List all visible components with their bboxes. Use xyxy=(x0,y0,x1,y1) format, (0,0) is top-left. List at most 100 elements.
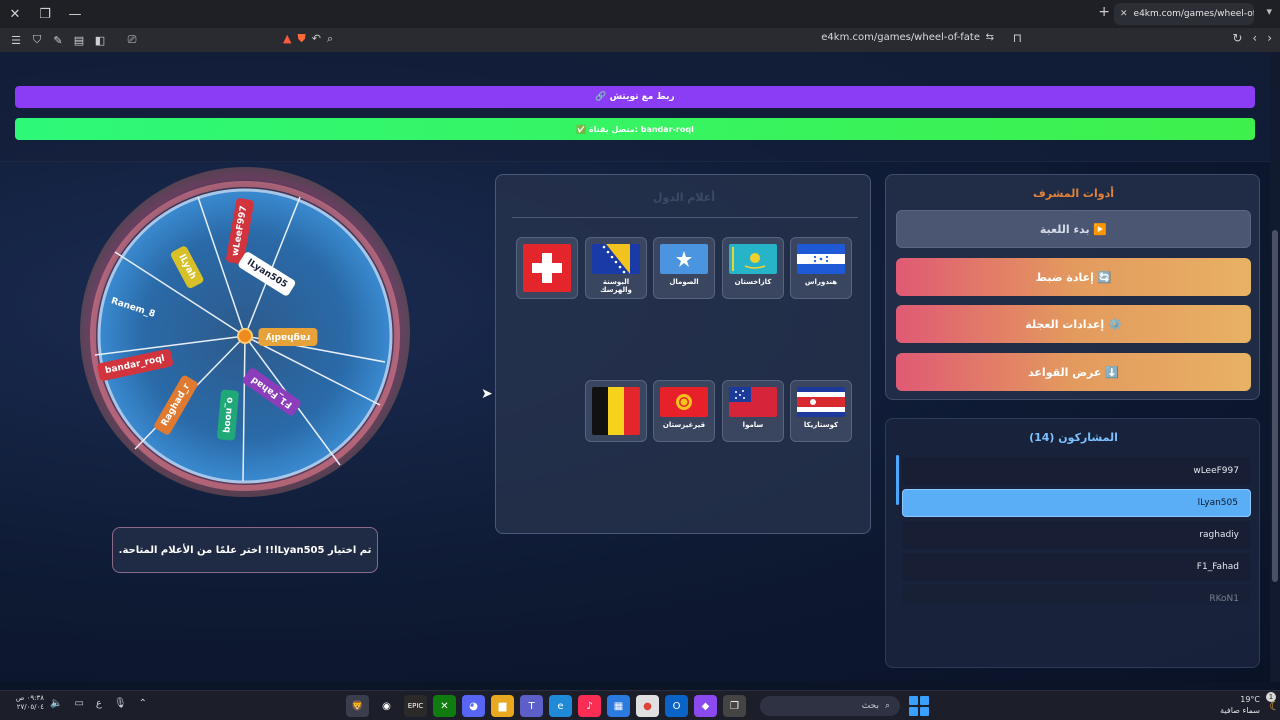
rewards-icon[interactable]: ▲ xyxy=(283,32,291,46)
windows-start-icon[interactable] xyxy=(909,696,929,716)
forward-icon[interactable]: › xyxy=(1267,31,1272,45)
address-bar[interactable]: e4km.com/games/wheel-of-fate xyxy=(821,32,980,43)
admin-title: أدوات المشرف xyxy=(1033,187,1114,200)
flag-name: قيرغيزستان xyxy=(662,421,706,429)
flags-title: أعلام الدول xyxy=(652,191,716,204)
search-icon: ⌕ xyxy=(884,701,890,711)
weather-widget[interactable]: 19°C سماء صافية xyxy=(1220,694,1260,716)
flags-divider xyxy=(512,217,858,218)
flag-card-belgium[interactable] xyxy=(585,380,647,442)
edge-app-icon[interactable]: e xyxy=(549,695,572,717)
tab-title: e4km.com/games/wheel-of-fate xyxy=(1133,9,1254,19)
screenshot-icon[interactable]: ⎚ xyxy=(122,30,142,50)
header-strip: 🔗 ربط مع تويتش ✅ متصل بقناة: bandar-roql xyxy=(0,52,1270,162)
teams-app-icon[interactable]: T xyxy=(520,695,543,717)
bookmark-icon[interactable]: ⊓ xyxy=(1013,31,1022,45)
tray-chevron-icon[interactable]: ⌃ xyxy=(139,698,147,709)
wallet-icon[interactable]: ▤ xyxy=(69,30,89,50)
flag-name: هندوراس xyxy=(804,278,838,286)
back-icon[interactable]: ‹ xyxy=(1252,31,1257,45)
search-icon[interactable]: ⌕ xyxy=(327,32,333,46)
participant-row[interactable]: wLeeF997 xyxy=(902,457,1251,485)
music-app-icon[interactable]: ♪ xyxy=(578,695,601,717)
flag-card-switzerland[interactable] xyxy=(516,237,578,299)
scroll-thumb[interactable] xyxy=(1272,230,1278,582)
taskbar-search[interactable]: بحث ⌕ xyxy=(760,696,900,716)
wheel-settings-button[interactable]: ⚙️ إعدادات العجلة xyxy=(896,305,1251,343)
wheel-hub xyxy=(237,328,253,344)
flag-card-costarica[interactable]: كوستاريكا xyxy=(790,380,852,442)
flag-card-honduras[interactable]: هندوراس xyxy=(790,237,852,299)
back-arrow-icon[interactable]: ↶ xyxy=(312,32,321,46)
flag-card-samoa[interactable]: ساموا xyxy=(722,380,784,442)
copilot-app-icon[interactable]: ◆ xyxy=(694,695,717,717)
flag-card-somalia[interactable]: الصومال xyxy=(653,237,715,299)
flag-name: كازاخستان xyxy=(734,278,772,286)
flag-card-bosnia[interactable]: البوسنة والهرسك xyxy=(585,237,647,299)
flag-name: كوستاريكا xyxy=(803,421,839,429)
minimize-window-icon[interactable]: — xyxy=(60,0,90,28)
brave-app-icon[interactable]: 🦁 xyxy=(346,695,369,717)
brave-shields[interactable]: ▲ ⛊ ↶ ⌕ xyxy=(283,32,333,46)
volume-icon[interactable]: 🔈 xyxy=(50,698,62,709)
flag-card-kazakhstan[interactable]: كازاخستان xyxy=(722,237,784,299)
notification-icon[interactable]: 1 xyxy=(1266,692,1276,702)
task-view-icon[interactable]: ❐ xyxy=(723,695,746,717)
show-rules-button[interactable]: ⬇️ عرض القواعد xyxy=(896,353,1251,391)
wheel-segment-label: raghadiy xyxy=(258,328,318,346)
sidebar-icon[interactable]: ◧ xyxy=(90,30,110,50)
weather-temp: 19°C xyxy=(1240,695,1260,704)
start-game-button[interactable]: ▶️ بدء اللعبة xyxy=(896,210,1251,248)
participant-row[interactable]: RKoN1 xyxy=(902,585,1251,605)
close-tab-icon[interactable]: ✕ xyxy=(1120,9,1128,19)
participants-title: المشاركون (14) xyxy=(1029,431,1118,444)
reset-button[interactable]: 🔄 إعادة ضبط xyxy=(896,258,1251,296)
clock[interactable]: ٠٩:٣٨ ص ٢٧/٠٥/٠٤ xyxy=(8,694,44,712)
participant-row[interactable]: raghadiy xyxy=(902,521,1251,549)
flag-card-kyrgyzstan[interactable]: قيرغيزستان xyxy=(653,380,715,442)
xbox-app-icon[interactable]: ✕ xyxy=(433,695,456,717)
clock-date: ٢٧/٠٥/٠٤ xyxy=(16,703,44,712)
flag-name: البوسنة والهرسك xyxy=(600,278,632,295)
store-app-icon[interactable]: ▦ xyxy=(607,695,630,717)
nav-controls: ↻ ‹ › xyxy=(1232,31,1272,45)
switzerland-flag-icon xyxy=(523,244,571,292)
restore-window-icon[interactable]: ❐ xyxy=(30,0,60,28)
new-tab-icon[interactable]: + xyxy=(1098,4,1110,20)
brave-shield-icon[interactable]: ⛊ xyxy=(297,32,305,46)
epic-games-icon[interactable]: EPIC xyxy=(404,695,427,717)
puzzle-icon[interactable]: ✎ xyxy=(48,30,68,50)
language-indicator[interactable]: ع xyxy=(96,698,102,709)
file-explorer-icon[interactable]: ▆ xyxy=(491,695,514,717)
network-icon[interactable]: ▭ xyxy=(74,698,83,709)
menu-icon[interactable]: ☰ xyxy=(6,30,26,50)
costarica-flag-icon xyxy=(797,387,845,417)
discord-app-icon[interactable]: ◕ xyxy=(462,695,485,717)
clock-time: ٠٩:٣٨ ص xyxy=(15,694,44,702)
participant-row[interactable]: lLyan505 xyxy=(902,489,1251,517)
shield-outline-icon[interactable]: ⛉ xyxy=(27,30,47,50)
weather-desc: سماء صافية xyxy=(1220,706,1260,716)
obs-app-icon[interactable]: ◉ xyxy=(375,695,398,717)
mouse-cursor-icon: ➤ xyxy=(481,386,493,402)
connect-twitch-button[interactable]: 🔗 ربط مع تويتش xyxy=(15,86,1255,108)
flags-panel: أعلام الدول هندوراس كازاخستان الصومال البوس… xyxy=(495,174,871,534)
participant-row[interactable]: F1_Fahad xyxy=(902,553,1251,581)
microphone-icon[interactable]: 🎙 xyxy=(114,698,127,709)
title-bar: ✕ ❐ — + ✕ e4km.com/games/wheel-of-fate ▾ xyxy=(0,0,1280,28)
participants-list: wLeeF997 lLyan505 raghadiy F1_Fahad RKoN1 xyxy=(898,455,1251,605)
close-window-icon[interactable]: ✕ xyxy=(0,0,30,28)
share-icon[interactable]: ⇆ xyxy=(986,32,994,43)
taskbar-apps: 🦁 ◉ EPIC ✕ ◕ ▆ T e ♪ ▦ ● O ◆ ❐ xyxy=(346,695,746,717)
wheel-of-fate[interactable]: wLeeF997 lLyan505 raghadiy F1_Fahad o_nooq Ra… xyxy=(80,167,410,497)
page-scrollbar[interactable] xyxy=(1270,52,1280,682)
outlook-app-icon[interactable]: O xyxy=(665,695,688,717)
flag-name: ساموا xyxy=(742,421,764,429)
participants-panel: المشاركون (14) wLeeF997 lLyan505 raghadiy F… xyxy=(885,418,1260,668)
browser-tab[interactable]: ✕ e4km.com/games/wheel-of-fate xyxy=(1114,3,1254,25)
flag-name: الصومال xyxy=(669,278,699,286)
reload-icon[interactable]: ↻ xyxy=(1232,31,1242,45)
tab-menu-icon[interactable]: ▾ xyxy=(1266,5,1272,18)
chrome-app-icon[interactable]: ● xyxy=(636,695,659,717)
samoa-flag-icon xyxy=(729,387,777,417)
